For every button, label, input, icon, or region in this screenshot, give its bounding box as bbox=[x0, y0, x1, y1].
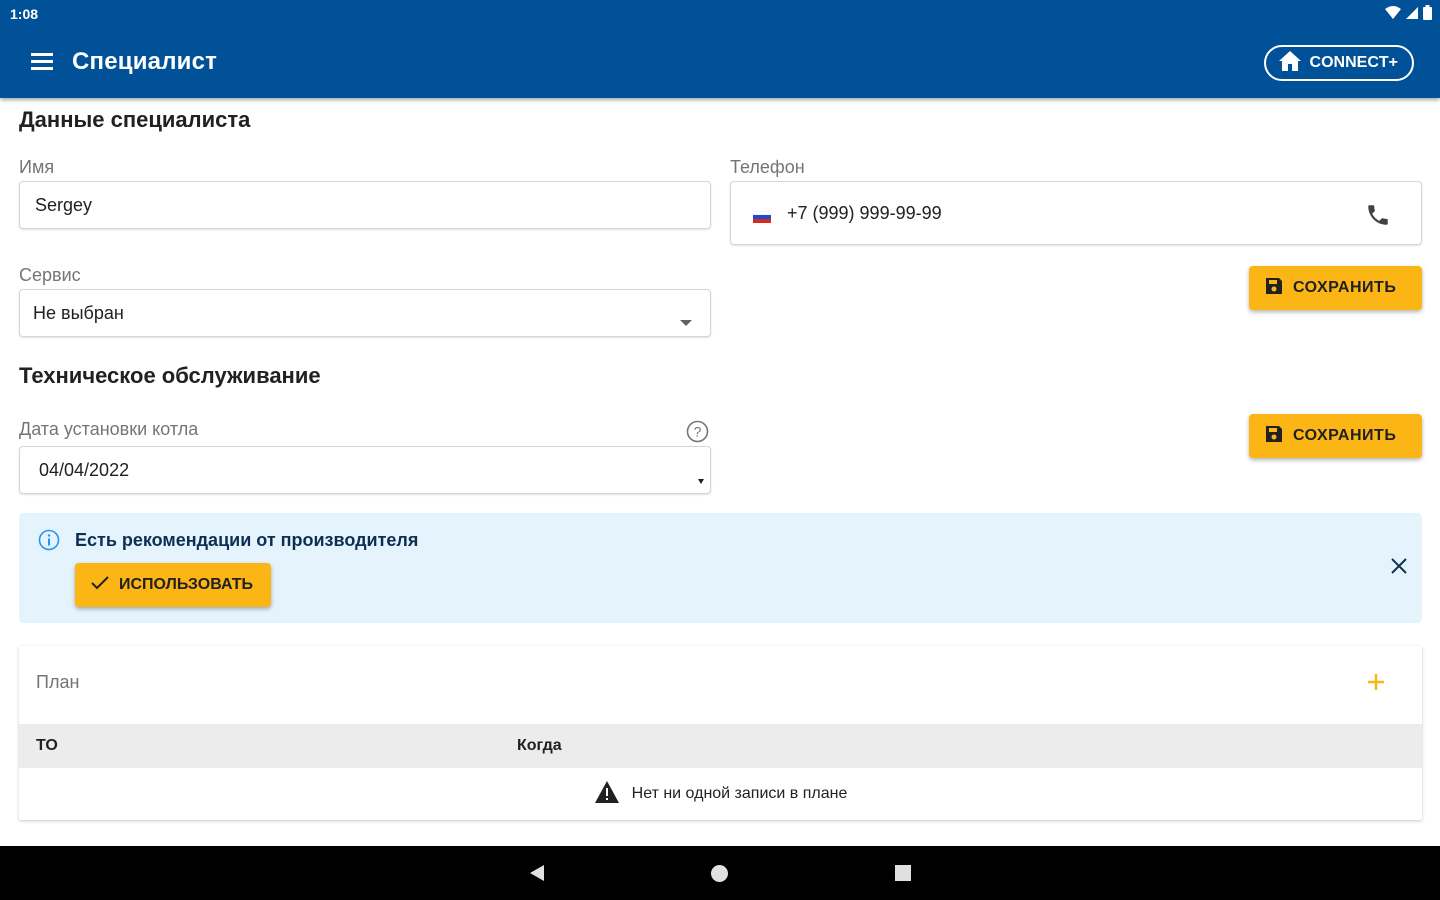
signal-icon bbox=[1405, 6, 1419, 23]
page-title: Специалист bbox=[72, 48, 218, 75]
home-icon bbox=[1278, 50, 1302, 77]
home-nav-icon[interactable] bbox=[710, 864, 729, 888]
maintenance-section-title: Техническое обслуживание bbox=[19, 363, 321, 388]
use-recommendation-button[interactable]: ИСПОЛЬЗОВАТЬ bbox=[75, 563, 271, 607]
column-header-when: Когда bbox=[517, 737, 562, 754]
recents-icon[interactable] bbox=[894, 864, 912, 887]
name-input-value: Sergey bbox=[35, 194, 93, 215]
name-input[interactable]: Sergey bbox=[19, 181, 711, 229]
caret-down-icon bbox=[698, 468, 704, 489]
help-icon[interactable]: ? bbox=[686, 420, 709, 448]
system-icons bbox=[1385, 5, 1432, 23]
recommendation-alert: Есть рекомендации от производителя ИСПОЛ… bbox=[19, 513, 1422, 623]
connect-button-label: CONNECT+ bbox=[1309, 54, 1398, 71]
install-date-value: 04/04/2022 bbox=[39, 459, 130, 480]
phone-label: Телефон bbox=[730, 157, 805, 177]
svg-text:?: ? bbox=[694, 424, 702, 440]
save-maintenance-button[interactable]: СОХРАНИТЬ bbox=[1249, 414, 1422, 458]
menu-icon[interactable] bbox=[28, 50, 56, 76]
system-navigation-bar bbox=[0, 846, 1440, 900]
main-content: Данные специалиста Имя Sergey Телефон +7… bbox=[0, 98, 1440, 846]
service-label: Сервис bbox=[19, 265, 81, 285]
save-specialist-label: СОХРАНИТЬ bbox=[1293, 279, 1397, 296]
empty-state-text: Нет ни одной записи в плане bbox=[631, 785, 848, 802]
app-bar: Специалист CONNECT+ bbox=[0, 28, 1440, 98]
warning-icon bbox=[594, 780, 620, 809]
specialist-section-title: Данные специалиста bbox=[19, 107, 251, 132]
status-time: 1:08 bbox=[10, 6, 39, 22]
plan-title: План bbox=[36, 672, 80, 692]
service-select-value: Не выбран bbox=[33, 302, 124, 323]
save-specialist-button[interactable]: СОХРАНИТЬ bbox=[1249, 266, 1422, 310]
battery-icon bbox=[1423, 5, 1432, 23]
check-icon bbox=[91, 575, 109, 595]
close-icon[interactable] bbox=[1390, 557, 1408, 580]
chevron-down-icon bbox=[680, 311, 692, 332]
add-icon[interactable] bbox=[1366, 672, 1386, 697]
save-icon bbox=[1265, 425, 1283, 448]
phone-input[interactable]: +7 (999) 999-99-99 bbox=[730, 181, 1422, 245]
save-maintenance-label: СОХРАНИТЬ bbox=[1293, 427, 1397, 444]
wifi-icon bbox=[1385, 5, 1401, 23]
plan-table-header: ТО Когда bbox=[19, 724, 1422, 768]
status-bar: 1:08 bbox=[0, 0, 1440, 28]
info-icon bbox=[38, 529, 60, 556]
install-date-input[interactable]: 04/04/2022 bbox=[19, 446, 711, 494]
back-icon[interactable] bbox=[528, 864, 546, 887]
install-date-label: Дата установки котла bbox=[19, 419, 199, 439]
column-header-to: ТО bbox=[36, 737, 58, 754]
alert-message: Есть рекомендации от производителя bbox=[75, 530, 419, 550]
empty-state-row: Нет ни одной записи в плане bbox=[19, 768, 1422, 820]
phone-input-value: +7 (999) 999-99-99 bbox=[787, 202, 942, 223]
service-select[interactable]: Не выбран bbox=[19, 289, 711, 337]
russia-flag-icon bbox=[752, 207, 772, 223]
phone-icon[interactable] bbox=[1365, 202, 1391, 233]
plan-card: План ТО Когда Нет ни одной записи в план… bbox=[19, 646, 1422, 820]
use-recommendation-label: ИСПОЛЬЗОВАТЬ bbox=[119, 576, 253, 593]
save-icon bbox=[1265, 277, 1283, 300]
connect-button[interactable]: CONNECT+ bbox=[1263, 45, 1414, 81]
name-label: Имя bbox=[19, 157, 55, 177]
